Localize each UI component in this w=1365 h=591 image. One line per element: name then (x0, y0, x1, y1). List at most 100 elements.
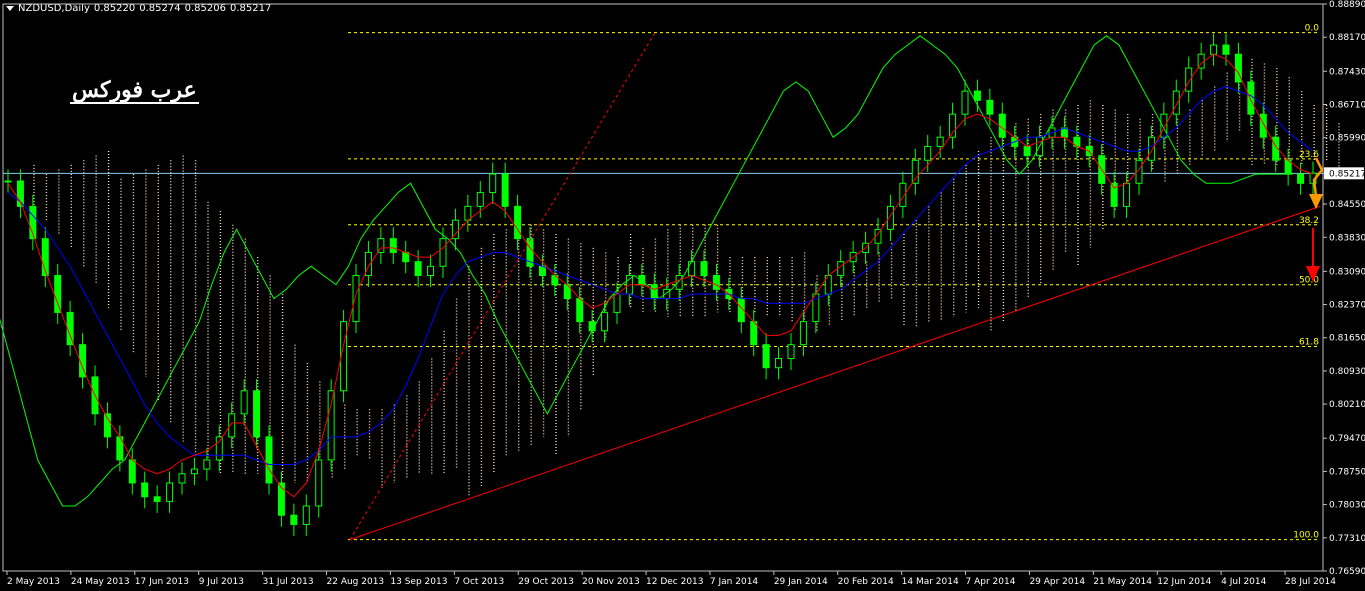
candle-body (402, 251, 410, 263)
fib-level-label: 61.8 (1299, 338, 1319, 348)
candle-body (601, 311, 609, 332)
candle-body (427, 265, 435, 277)
candle-body (389, 238, 397, 253)
candle-body (675, 275, 683, 290)
candle-body (54, 275, 62, 313)
candle-body (315, 459, 323, 507)
x-tick-label: 20 Nov 2013 (582, 577, 640, 587)
candle-body (1210, 44, 1218, 55)
candle-body (762, 344, 770, 369)
x-tick-label: 13 Sep 2013 (390, 577, 447, 587)
candle-body (1160, 113, 1168, 138)
candle-body (1023, 145, 1031, 157)
candle-body (837, 261, 845, 277)
tenkan-sen-line (7, 53, 1314, 498)
x-tick-label: 29 Oct 2013 (518, 577, 574, 587)
x-tick-label: 12 Jun 2014 (1157, 577, 1211, 587)
candle-body (924, 145, 932, 161)
y-tick-label: 0.88890 (1329, 0, 1365, 10)
candle-body (414, 261, 422, 277)
candle-body (936, 136, 944, 147)
chart-window: NZDUSD,Daily 0.85220 0.85274 0.85206 0.85217… (0, 0, 1365, 591)
candle-body (787, 344, 795, 359)
y-tick-label: 0.84550 (1329, 200, 1365, 210)
candle-body (352, 275, 360, 323)
candle-body (253, 390, 261, 438)
candle-body (750, 321, 758, 346)
candle-body (986, 99, 994, 115)
y-tick-label: 0.81650 (1329, 334, 1365, 344)
y-tick-label: 0.86710 (1329, 100, 1365, 110)
candle-body (1247, 81, 1255, 115)
x-tick-label: 4 Jul 2014 (1221, 577, 1266, 587)
orange-arrow-head (1309, 194, 1323, 209)
candle-body (302, 505, 310, 525)
candle-body (178, 473, 186, 484)
candle-body (501, 173, 509, 207)
y-tick-label: 0.83090 (1329, 267, 1365, 277)
candle-body (1259, 113, 1267, 138)
fib-level-label: 0.0 (1305, 24, 1320, 34)
candle-body (998, 113, 1006, 138)
x-tick-label: 9 Jul 2013 (199, 577, 244, 587)
x-tick-label: 20 Feb 2014 (838, 577, 894, 587)
fib-level-label: 50.0 (1299, 276, 1319, 286)
candle-body (166, 482, 174, 502)
candle-body (103, 413, 111, 438)
x-tick-label: 7 Jan 2014 (710, 577, 758, 587)
kijun-sen-line (7, 85, 1314, 465)
x-tick-label: 17 Jun 2013 (135, 577, 189, 587)
y-tick-label: 0.80210 (1329, 400, 1365, 410)
candle-body (4, 180, 12, 183)
y-tick-label: 0.77310 (1329, 534, 1365, 544)
candle-body (215, 436, 223, 461)
candle-body (190, 468, 198, 475)
candle-body (1172, 90, 1180, 115)
candle-body (1147, 136, 1155, 161)
candle-body (911, 159, 919, 184)
candle-body (439, 238, 447, 267)
candle-body (240, 390, 248, 415)
x-tick-label: 29 Jan 2014 (774, 577, 828, 587)
candle-body (1222, 44, 1230, 55)
y-tick-label: 0.88170 (1329, 33, 1365, 43)
candle-body (141, 482, 149, 498)
candle-body (514, 205, 522, 240)
fib-level-label: 38.2 (1299, 216, 1319, 226)
price-chart[interactable]: 0.88890 0.88170 0.87430 0.86710 0.85990 0.852… (0, 0, 1365, 591)
x-tick-label: 24 May 2013 (71, 577, 130, 587)
candle-body (153, 496, 161, 502)
fib-anchor-line (349, 32, 656, 540)
candle-body (1123, 182, 1131, 207)
x-tick-label: 7 Apr 2014 (966, 577, 1016, 587)
x-tick-label: 31 Jul 2013 (263, 577, 314, 587)
x-tick-label: 22 Aug 2013 (327, 577, 385, 587)
fib-level-label: 100.0 (1293, 531, 1319, 541)
candle-body (128, 459, 136, 484)
candle-body (576, 298, 584, 323)
candle-body (1060, 127, 1068, 138)
y-tick-label: 0.85990 (1329, 134, 1365, 144)
candle-body (327, 390, 335, 461)
x-tick-label: 14 Mar 2014 (902, 577, 959, 587)
candle-body (799, 321, 807, 346)
candle-body (203, 459, 211, 470)
x-tick-label: 7 Oct 2013 (454, 577, 504, 587)
candle-body (949, 113, 957, 138)
y-tick-label: 0.78750 (1329, 467, 1365, 477)
candle-body (489, 173, 497, 194)
candle-body (712, 275, 720, 290)
current-price-label: 0.85217 (1329, 169, 1365, 179)
x-tick-label: 29 Apr 2014 (1029, 577, 1085, 587)
candle-body (961, 90, 969, 115)
candle-body (538, 265, 546, 277)
candle-body (700, 261, 708, 277)
x-tick-label: 21 May 2014 (1093, 577, 1152, 587)
rising-trendline (349, 205, 1321, 541)
y-tick-label: 0.76590 (1329, 567, 1365, 577)
y-tick-label: 0.87430 (1329, 67, 1365, 77)
y-tick-label: 0.79470 (1329, 434, 1365, 444)
x-tick-label: 2 May 2013 (7, 577, 60, 587)
x-tick-label: 12 Dec 2013 (646, 577, 704, 587)
candle-body (265, 436, 273, 484)
